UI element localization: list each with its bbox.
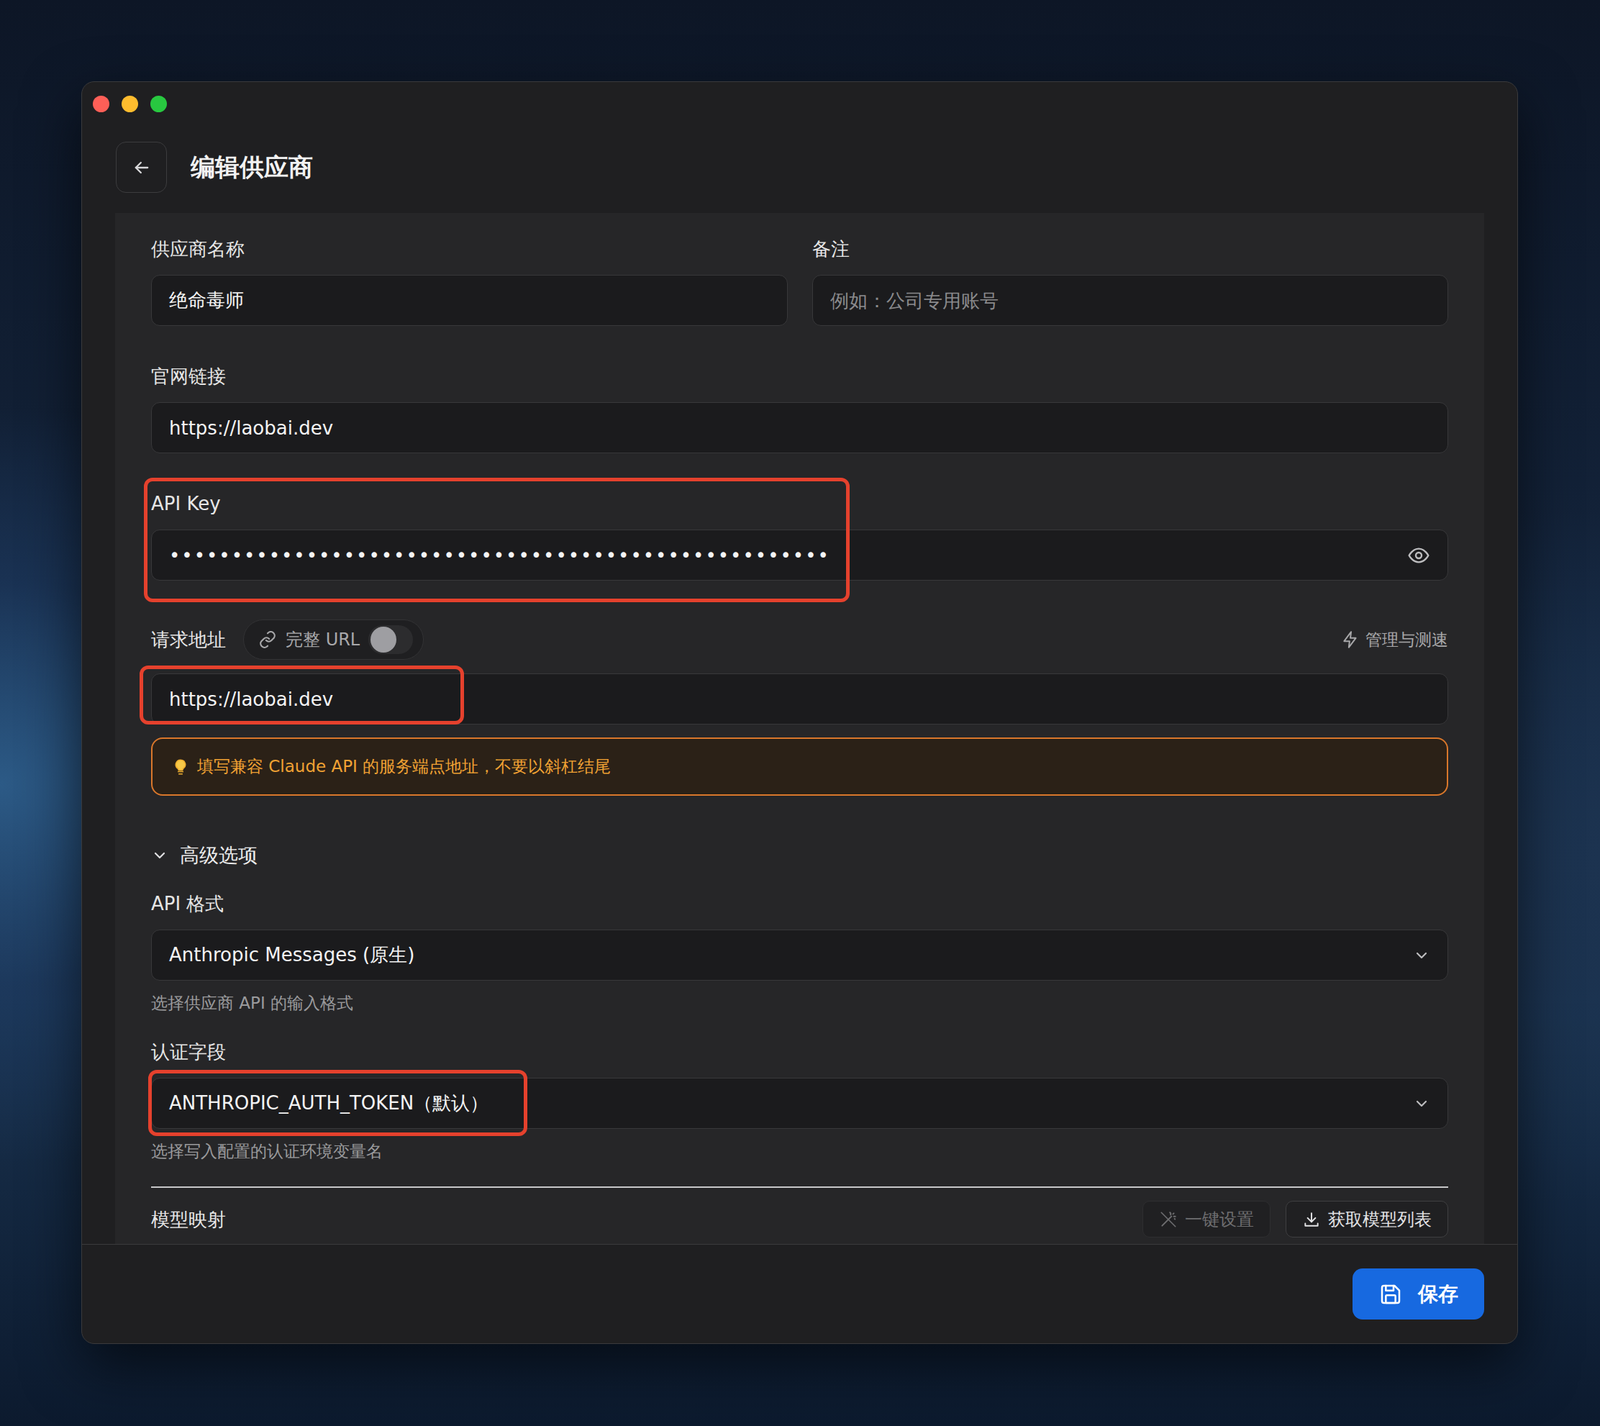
fetch-models-button[interactable]: 获取模型列表 (1285, 1200, 1449, 1238)
field-label: 备注 (812, 235, 1449, 262)
api-format: API 格式 Anthropic Messages (原生) 选择供应商 API 的… (151, 890, 1449, 1014)
model-mapping-header: 模型映射 一键设置 获取模型列表 (151, 1200, 1449, 1238)
page-header: 编辑供应商 (82, 125, 1518, 213)
chevron-down-icon (1412, 1094, 1431, 1113)
toggle-switch[interactable] (368, 625, 413, 654)
section-title: 高级选项 (179, 842, 258, 869)
select-value: ANTHROPIC_AUTH_TOKEN（默认） (169, 1090, 1405, 1116)
field-label: 请求地址 (151, 626, 226, 653)
input-value: https://laobai.dev (169, 688, 1431, 711)
zoom-button[interactable] (150, 95, 167, 113)
note-input[interactable] (812, 274, 1449, 326)
link-icon (258, 630, 277, 649)
model-mapping-actions: 一键设置 获取模型列表 (1142, 1200, 1449, 1238)
button-label: 一键设置 (1184, 1207, 1254, 1231)
hint-text: 填写兼容 Claude API 的服务端点地址，不要以斜杠结尾 (197, 755, 611, 778)
close-button[interactable] (92, 95, 110, 113)
save-icon (1379, 1282, 1403, 1306)
divider (151, 1186, 1449, 1188)
select-value: Anthropic Messages (原生) (169, 942, 1405, 968)
hint-banner: 填写兼容 Claude API 的服务端点地址，不要以斜杠结尾 (151, 737, 1449, 796)
lightning-icon (1341, 630, 1360, 649)
download-icon (1302, 1210, 1321, 1229)
website-input[interactable]: https://laobai.dev (151, 402, 1449, 454)
input-value: 绝命毒师 (169, 287, 770, 313)
request-url-field: https://laobai.dev (151, 673, 1449, 725)
form-panel: 供应商名称绝命毒师备注官网链接https://laobai.devAPI Key… (115, 212, 1485, 1244)
magic-wand-icon (1158, 1210, 1178, 1229)
footer-bar: 保存 (82, 1243, 1518, 1344)
full-url-toggle[interactable]: 完整 URL (243, 619, 424, 660)
request-url-header: 请求地址 完整 URL 管理与测速 (151, 619, 1449, 660)
advanced-options-toggle[interactable]: 高级选项 (151, 842, 1449, 869)
website-field: 官网链接 https://laobai.dev (151, 363, 1449, 454)
api-key-input[interactable]: ••••••••••••••••••••••••••••••••••••••••… (151, 529, 1449, 581)
button-label: 保存 (1417, 1280, 1459, 1308)
field-label: 供应商名称 (151, 235, 788, 262)
helper-text: 选择写入配置的认证环境变量名 (151, 1140, 1449, 1162)
chevron-down-icon (1412, 946, 1431, 965)
back-button[interactable] (115, 141, 167, 193)
input-value: https://laobai.dev (169, 417, 1431, 439)
request-url-input[interactable]: https://laobai.dev (151, 673, 1449, 725)
auth-field-select[interactable]: ANTHROPIC_AUTH_TOKEN（默认） (151, 1077, 1449, 1129)
title-bar (82, 82, 1518, 126)
manage-speed-test-link[interactable]: 管理与测速 (1341, 628, 1449, 652)
auth-field: 认证字段 ANTHROPIC_AUTH_TOKEN（默认） 选择写入配置的认证环境变… (151, 1038, 1449, 1162)
field-label: 官网链接 (151, 363, 1449, 390)
name-input[interactable]: 绝命毒师 (151, 274, 788, 326)
app-window: 编辑供应商供应商名称绝命毒师备注官网链接https://laobai.devAP… (81, 81, 1518, 1344)
minimize-button[interactable] (121, 95, 139, 113)
link-label: 管理与测速 (1365, 628, 1449, 652)
highlight-box (139, 665, 465, 725)
auto-setup-button: 一键设置 (1142, 1200, 1271, 1238)
note-field: 备注 (812, 235, 1449, 326)
name-note-row: 供应商名称绝命毒师备注 (151, 235, 1449, 326)
highlight-box (143, 477, 850, 603)
reveal-button[interactable] (1407, 543, 1431, 567)
page-title: 编辑供应商 (190, 151, 313, 185)
field-label: API 格式 (151, 890, 1449, 917)
button-label: 获取模型列表 (1328, 1207, 1432, 1231)
save-button[interactable]: 保存 (1352, 1268, 1485, 1320)
eye-icon (1407, 543, 1431, 567)
api-format-select[interactable]: Anthropic Messages (原生) (151, 929, 1449, 981)
name-field: 供应商名称绝命毒师 (151, 235, 788, 326)
field-label: 认证字段 (151, 1038, 1449, 1065)
toggle-label: 完整 URL (285, 628, 360, 652)
masked-value: ••••••••••••••••••••••••••••••••••••••••… (169, 544, 1399, 567)
lightbulb-icon (171, 757, 190, 777)
advanced-options: API 格式 Anthropic Messages (原生) 选择供应商 API 的… (151, 890, 1449, 1238)
highlight-box (148, 1069, 528, 1136)
helper-text: 选择供应商 API 的输入格式 (151, 992, 1449, 1014)
api-key-field: API Key •••••••••••••••••••••••••••••••••… (151, 490, 1449, 581)
field-label: API Key (151, 490, 1449, 517)
chevron-down-icon (151, 846, 169, 865)
toggle-knob (370, 626, 397, 653)
section-title: 模型映射 (151, 1206, 226, 1233)
arrow-left-icon (131, 157, 152, 178)
